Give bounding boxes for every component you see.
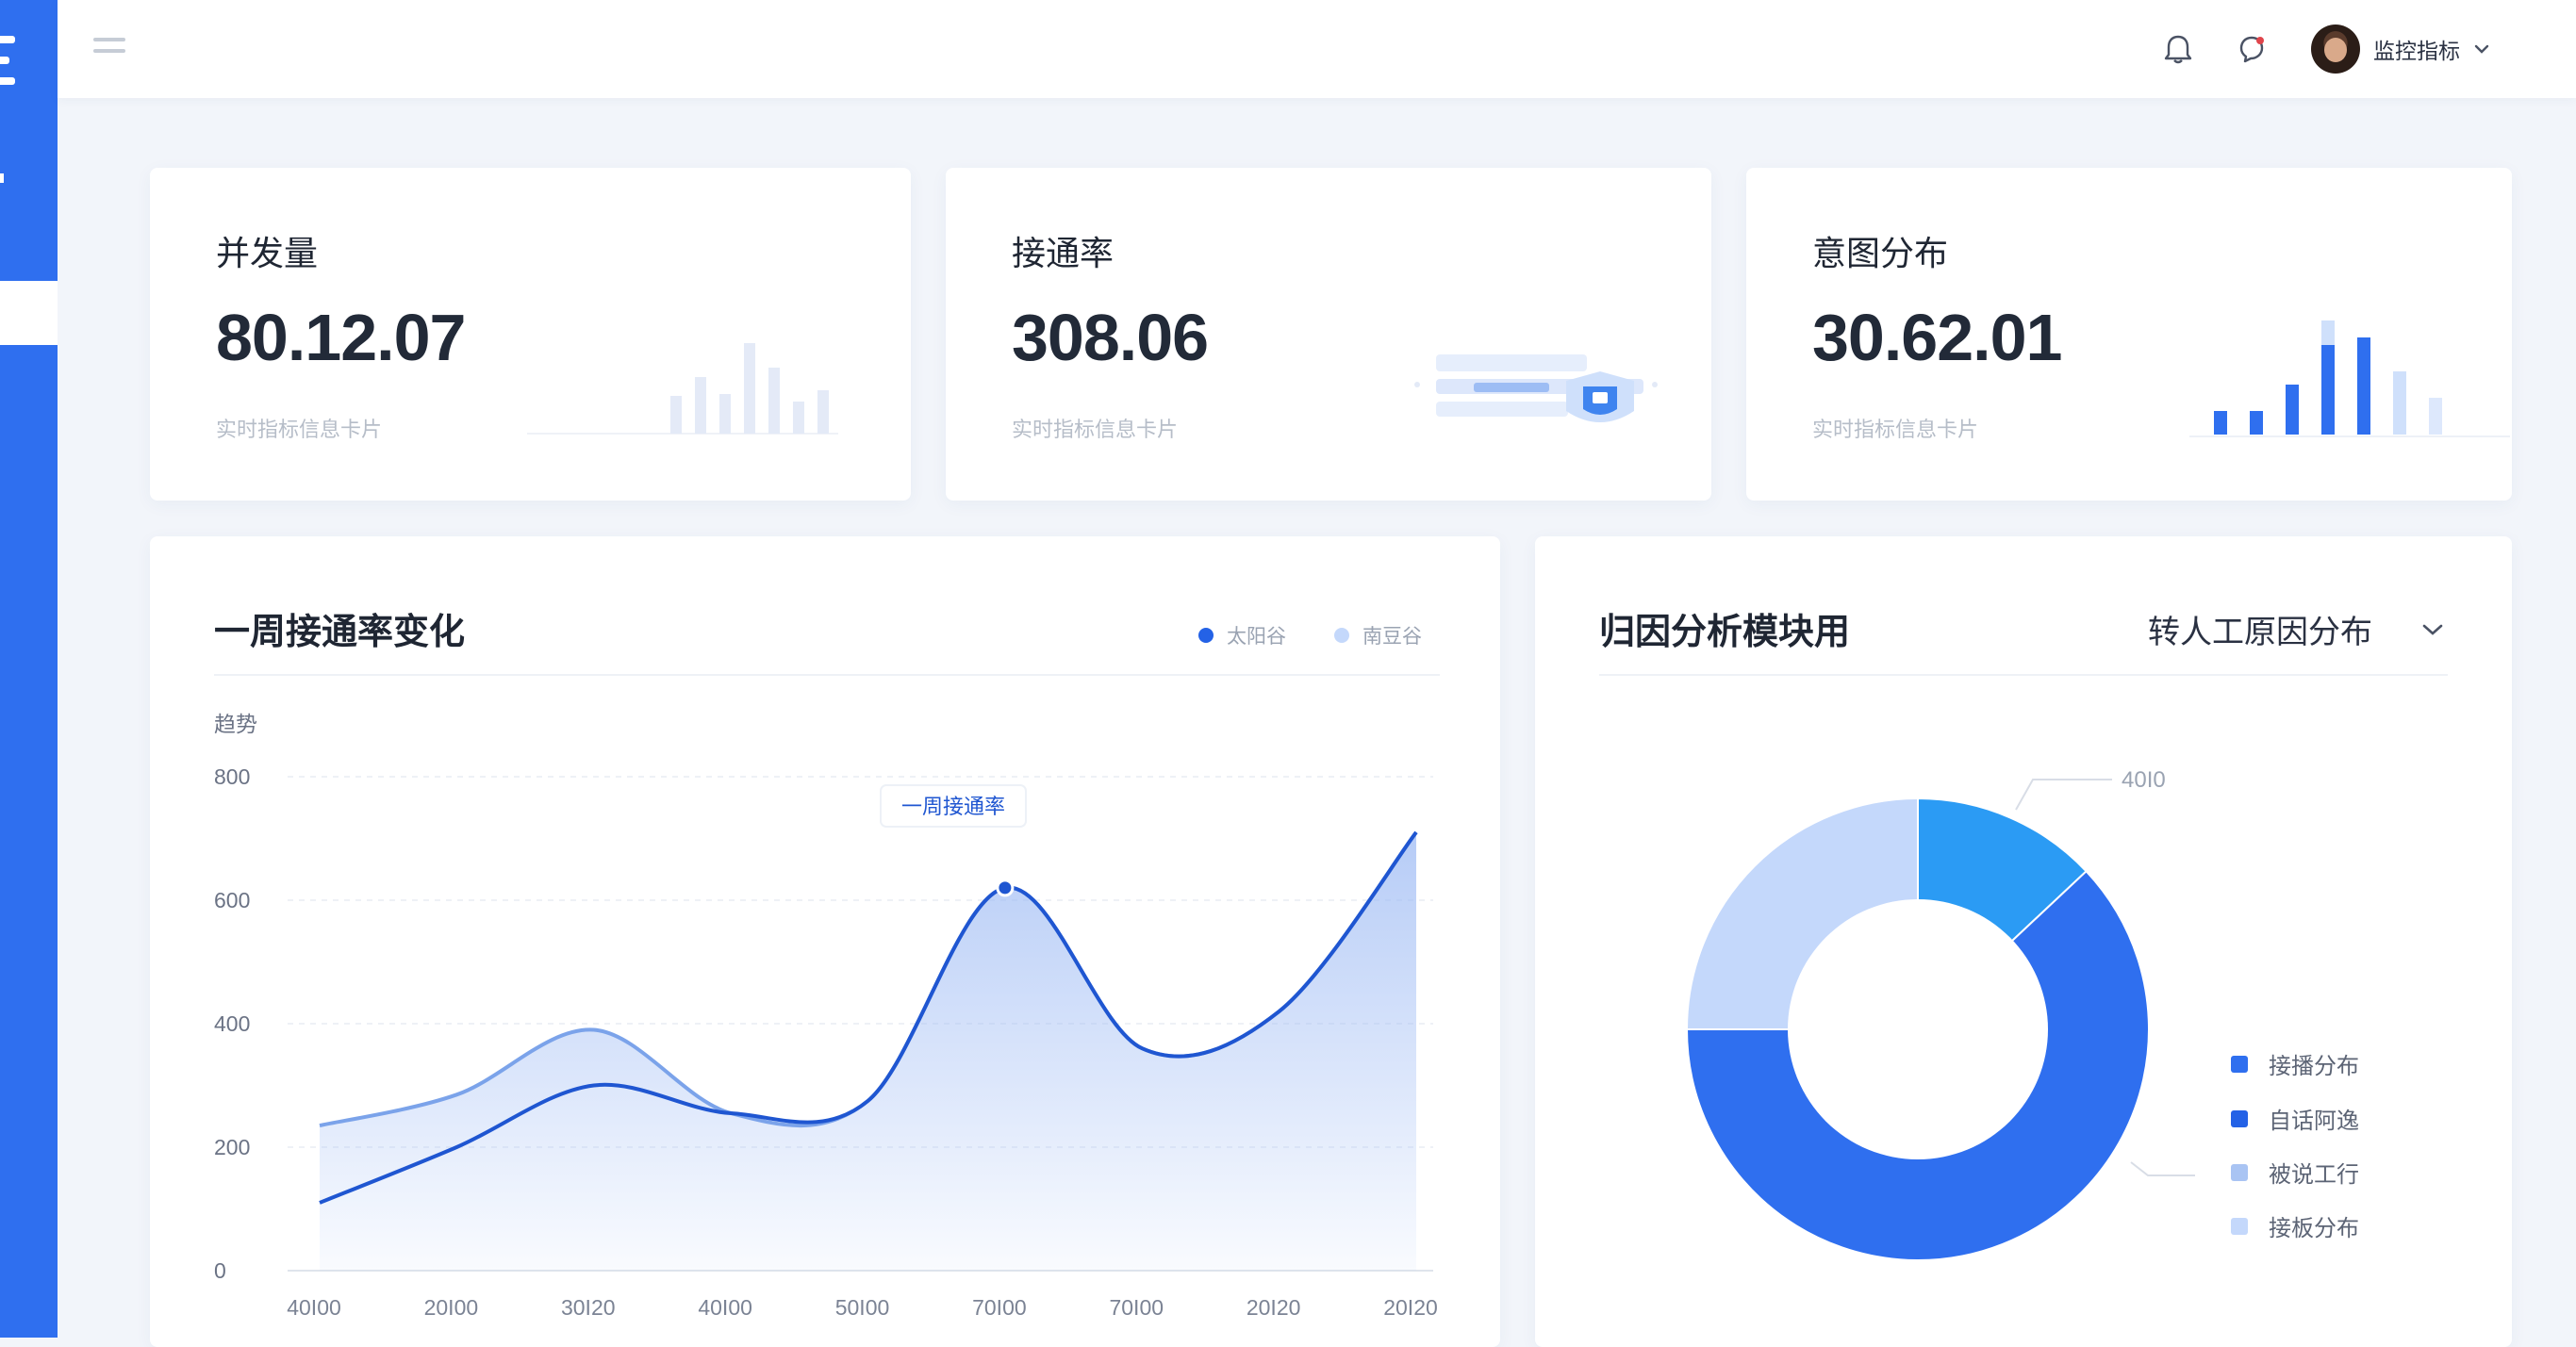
tooltip-text: 一周接通率 — [901, 795, 1005, 818]
stat-title: 意图分布 — [1812, 234, 1949, 272]
pie-legend-item[interactable]: 接播分布 — [2231, 1047, 2359, 1080]
notification-button[interactable] — [2157, 28, 2199, 70]
menu-icon — [93, 49, 125, 53]
callout-line — [2130, 1161, 2195, 1176]
legend-label: 接板分布 — [2269, 1216, 2359, 1241]
donut-hole — [1788, 899, 2048, 1159]
x-tick-label: 20I20 — [1247, 1295, 1301, 1320]
x-tick-label: 20I20 — [1383, 1295, 1438, 1320]
line-chart: 趋势 0 200 400 600 800 40I00 20I00 30I20 40I00 50I… — [214, 712, 1438, 1320]
stat-card-intent-distribution[interactable]: 意图分布 30.62.01 实时指标信息卡片 — [1746, 168, 2512, 501]
x-tick-label: 40I00 — [698, 1295, 752, 1320]
avatar — [2311, 25, 2360, 74]
pie-legend-item[interactable]: 接板分布 — [2231, 1209, 2359, 1242]
stat-value: 308.06 — [1012, 301, 1209, 374]
x-tick-label: 40I00 — [287, 1295, 341, 1320]
x-tick-label: 70I00 — [972, 1295, 1027, 1320]
sidebar-item-indicator — [0, 173, 4, 183]
legend-swatch — [2231, 1163, 2248, 1181]
user-menu[interactable]: 监控指标 — [2311, 23, 2490, 75]
pie-legend-item[interactable]: 自话阿逸 — [2231, 1102, 2359, 1135]
stat-subtitle: 实时指标信息卡片 — [216, 418, 383, 441]
legend-label: 自话阿逸 — [2269, 1109, 2359, 1134]
y-tick-label: 600 — [214, 888, 250, 912]
data-point-peak[interactable] — [996, 879, 1015, 897]
stat-value: 30.62.01 — [1812, 301, 2062, 374]
sidebar-logo-mark — [0, 57, 9, 64]
chart-tooltip: 一周接通率 — [880, 784, 1027, 828]
mini-bar-decoration — [527, 343, 838, 435]
callout-line — [2015, 779, 2112, 811]
line-chart-panel: 一周接通率变化 太阳谷 南豆谷 趋势 0 200 400 600 800 40I00 20… — [150, 536, 1500, 1347]
stat-subtitle: 实时指标信息卡片 — [1012, 418, 1179, 441]
pie-legend-item[interactable]: 被说工行 — [2231, 1156, 2359, 1189]
legend-label: 被说工行 — [2269, 1162, 2359, 1188]
stat-title: 接通率 — [1012, 234, 1115, 272]
area-fill — [320, 831, 1416, 1271]
x-tick-label: 50I00 — [835, 1295, 890, 1320]
y-tick-label: 0 — [214, 1258, 226, 1283]
menu-toggle-button[interactable] — [93, 38, 127, 60]
donut-chart: 40I0 — [1685, 767, 2195, 1261]
stat-card-connect-rate[interactable]: 接通率 308.06 实时指标信息卡片 — [946, 168, 1711, 501]
message-icon — [2239, 36, 2264, 63]
sidebar-logo-mark — [0, 77, 15, 85]
stat-title: 并发量 — [216, 234, 319, 272]
sidebar-item-active[interactable] — [0, 281, 58, 345]
y-tick-label: 800 — [214, 764, 250, 789]
callout-label: 40I0 — [2122, 767, 2166, 793]
bell-icon — [2164, 35, 2192, 64]
document-illustration-icon — [1414, 354, 1658, 422]
attribution-panel: 归因分析模块用 转人工原因分布 40I0 接播分布 自话阿逸 被说工行 接板分布 — [1535, 536, 2512, 1347]
user-name: 监控指标 — [2373, 39, 2460, 63]
x-tick-label: 30I20 — [561, 1295, 616, 1320]
legend-swatch — [2231, 1055, 2248, 1073]
legend-swatch — [2231, 1217, 2248, 1235]
menu-icon — [93, 38, 125, 41]
message-button[interactable] — [2231, 28, 2272, 70]
y-tick-label: 200 — [214, 1135, 250, 1159]
stat-subtitle: 实时指标信息卡片 — [1812, 418, 1979, 441]
legend-swatch — [2231, 1109, 2248, 1127]
y-axis-title: 趋势 — [214, 712, 257, 736]
sidebar-logo-mark — [0, 36, 15, 43]
topbar: 监控指标 — [58, 0, 2576, 98]
y-tick-label: 400 — [214, 1011, 250, 1036]
sidebar — [0, 0, 58, 1338]
x-tick-label: 20I00 — [424, 1295, 479, 1320]
chevron-down-icon — [2474, 44, 2489, 54]
legend-label: 接播分布 — [2269, 1054, 2359, 1079]
mini-bar-chart — [2189, 320, 2510, 437]
stat-value: 80.12.07 — [216, 301, 466, 374]
stat-card-concurrency[interactable]: 并发量 80.12.07 实时指标信息卡片 — [150, 168, 911, 501]
x-tick-label: 70I00 — [1109, 1295, 1164, 1320]
